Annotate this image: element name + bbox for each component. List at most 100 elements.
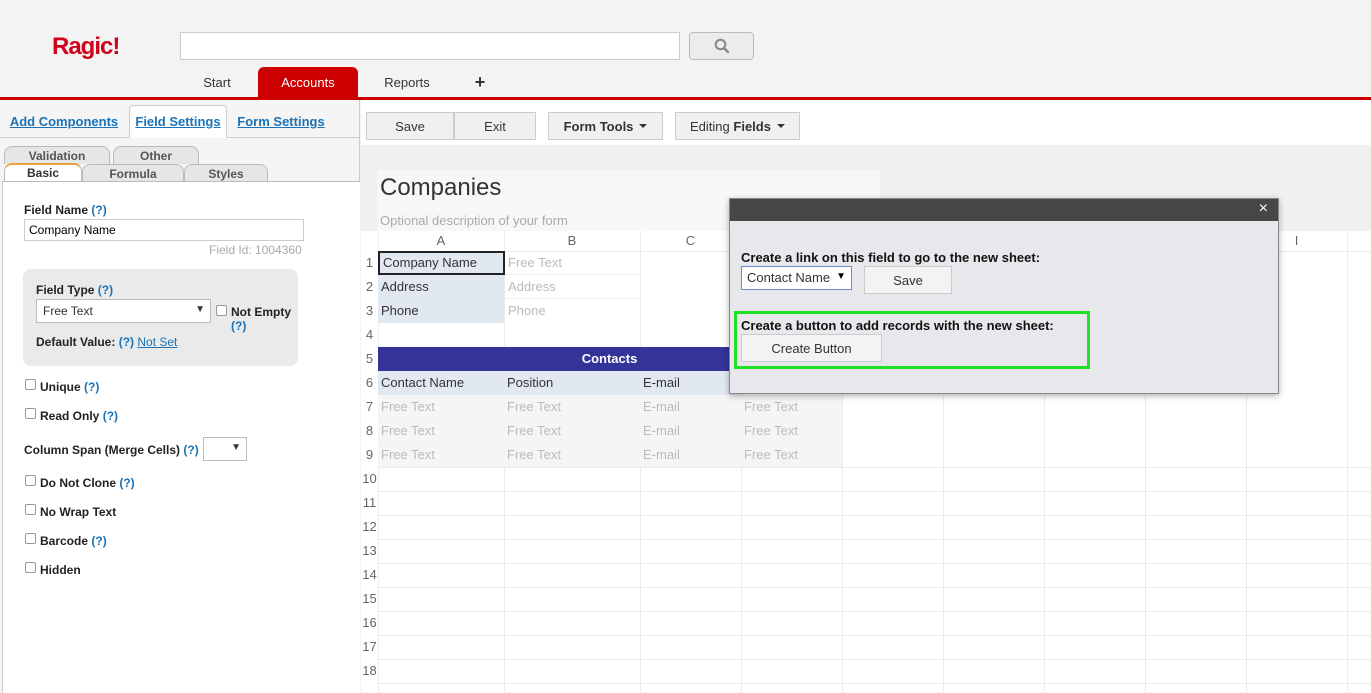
link-instruction: Create a link on this field to go to the…: [741, 250, 1041, 265]
dialog-titlebar[interactable]: ×: [730, 199, 1278, 221]
exit-button[interactable]: Exit: [454, 112, 536, 140]
row-number: 12: [362, 519, 377, 534]
value-cell[interactable]: Free Text: [505, 251, 640, 275]
subtable-field-contact-name[interactable]: Contact Name: [378, 371, 504, 395]
tab-reports[interactable]: Reports: [372, 67, 442, 97]
column-span-select[interactable]: ▼: [203, 437, 247, 461]
link-save-button[interactable]: Save: [864, 266, 952, 294]
create-link-dialog: × Create a link on this field to go to t…: [729, 198, 1279, 394]
form-description[interactable]: Optional description of your form: [380, 213, 568, 228]
not-empty-checkbox[interactable]: [216, 305, 227, 316]
grid-line: [378, 515, 1371, 516]
hidden-checkbox[interactable]: [25, 562, 36, 573]
subtable-field-email[interactable]: E-mail: [640, 371, 741, 395]
grid-line: [378, 563, 1371, 564]
not-empty-label: Not Empty (?): [231, 305, 291, 333]
dropdown-arrow-icon: ▼: [195, 304, 205, 315]
subtab-other[interactable]: Other: [113, 146, 199, 164]
column-header-b[interactable]: B: [504, 231, 640, 251]
row-number: 15: [362, 591, 377, 606]
field-type-label: Field Type (?): [36, 283, 114, 297]
no-wrap-label: No Wrap Text: [40, 505, 117, 519]
subtable-field-position[interactable]: Position: [504, 371, 640, 395]
subtable-cell[interactable]: E-mail: [640, 419, 741, 443]
help-icon[interactable]: (?): [231, 319, 246, 333]
field-type-group: Field Type (?) Free Text ▼ Not Empty (?)…: [23, 269, 298, 366]
subtable-cell[interactable]: Free Text: [741, 443, 842, 467]
subtable-cell[interactable]: Free Text: [504, 419, 640, 443]
design-panel: Add Components Field Settings Form Setti…: [0, 100, 360, 693]
form-tools-button[interactable]: Form Tools: [548, 112, 663, 140]
barcode-checkbox[interactable]: [25, 533, 36, 544]
field-cell-company-name[interactable]: Company Name: [378, 251, 505, 275]
help-icon[interactable]: (?): [119, 335, 134, 349]
subtable-cell[interactable]: Free Text: [378, 419, 504, 443]
subtable-cell[interactable]: E-mail: [640, 443, 741, 467]
add-tab-button[interactable]: +: [468, 67, 492, 97]
read-only-checkbox[interactable]: [25, 408, 36, 419]
row-number: 6: [365, 375, 374, 390]
value-cell[interactable]: Address: [505, 275, 640, 299]
subtable-cell[interactable]: E-mail: [640, 395, 741, 419]
subtab-formula[interactable]: Formula: [82, 164, 184, 182]
grid-line: [378, 611, 1371, 612]
grid-line: [378, 587, 1371, 588]
default-value-link[interactable]: Not Set: [137, 335, 177, 349]
value-cell[interactable]: Phone: [505, 299, 640, 323]
tab-start[interactable]: Start: [188, 67, 246, 97]
help-icon[interactable]: (?): [119, 476, 134, 490]
dropdown-arrow-icon: ▼: [836, 271, 846, 282]
subtab-basic[interactable]: Basic: [4, 163, 82, 181]
tab-field-settings[interactable]: Field Settings: [129, 105, 227, 138]
create-button[interactable]: Create Button: [741, 334, 882, 362]
column-header-c[interactable]: C: [640, 231, 741, 251]
do-not-clone-checkbox[interactable]: [25, 475, 36, 486]
unique-checkbox[interactable]: [25, 379, 36, 390]
row-number: 8: [365, 423, 374, 438]
close-icon[interactable]: ×: [1259, 200, 1268, 218]
search-icon: [714, 38, 729, 54]
save-button[interactable]: Save: [366, 112, 454, 140]
editing-mode-button[interactable]: Editing Fields: [675, 112, 800, 140]
help-icon[interactable]: (?): [183, 443, 198, 457]
help-icon[interactable]: (?): [91, 203, 106, 217]
field-cell-phone[interactable]: Phone: [378, 299, 504, 323]
help-icon[interactable]: (?): [91, 534, 106, 548]
subtable-cell[interactable]: Free Text: [378, 395, 504, 419]
form-design-area: Save Exit Form Tools Editing Fields Comp…: [361, 100, 1371, 693]
tab-accounts[interactable]: Accounts: [258, 67, 358, 97]
grid-line: [1347, 231, 1348, 693]
no-wrap-checkbox[interactable]: [25, 504, 36, 515]
subtable-cell[interactable]: Free Text: [504, 443, 640, 467]
field-type-select[interactable]: Free Text ▼: [36, 299, 211, 323]
subtable-cell[interactable]: Free Text: [504, 395, 640, 419]
help-icon[interactable]: (?): [84, 380, 99, 394]
field-name-label: Field Name (?): [24, 203, 107, 217]
subtable-cell[interactable]: Free Text: [741, 419, 842, 443]
ragic-logo[interactable]: Ragic!: [52, 33, 120, 61]
row-number: 1: [365, 255, 374, 270]
form-title[interactable]: Companies: [380, 174, 501, 202]
column-header-a[interactable]: A: [378, 231, 504, 251]
dropdown-arrow-icon: ▼: [231, 442, 241, 453]
search-button[interactable]: [689, 32, 754, 60]
help-icon[interactable]: (?): [103, 409, 118, 423]
field-cell-address[interactable]: Address: [378, 275, 504, 299]
tab-form-settings[interactable]: Form Settings: [232, 105, 330, 138]
subtable-cell[interactable]: Free Text: [741, 395, 842, 419]
subtable-cell[interactable]: Free Text: [378, 443, 504, 467]
row-number: 18: [362, 663, 377, 678]
caret-down-icon: [639, 124, 648, 128]
field-name-input[interactable]: [24, 219, 304, 241]
column-span-label: Column Span (Merge Cells) (?): [24, 443, 199, 457]
link-field-select[interactable]: Contact Name ▼: [741, 266, 852, 290]
design-toolbar: Save Exit Form Tools Editing Fields: [361, 100, 1371, 145]
search-input[interactable]: [180, 32, 680, 60]
row-number: 17: [362, 639, 377, 654]
grid-line: [378, 467, 1371, 468]
tab-add-components[interactable]: Add Components: [6, 105, 122, 138]
subtab-validation[interactable]: Validation: [4, 146, 110, 164]
help-icon[interactable]: (?): [98, 283, 113, 297]
subtab-styles[interactable]: Styles: [184, 164, 268, 182]
row-number: 13: [362, 543, 377, 558]
